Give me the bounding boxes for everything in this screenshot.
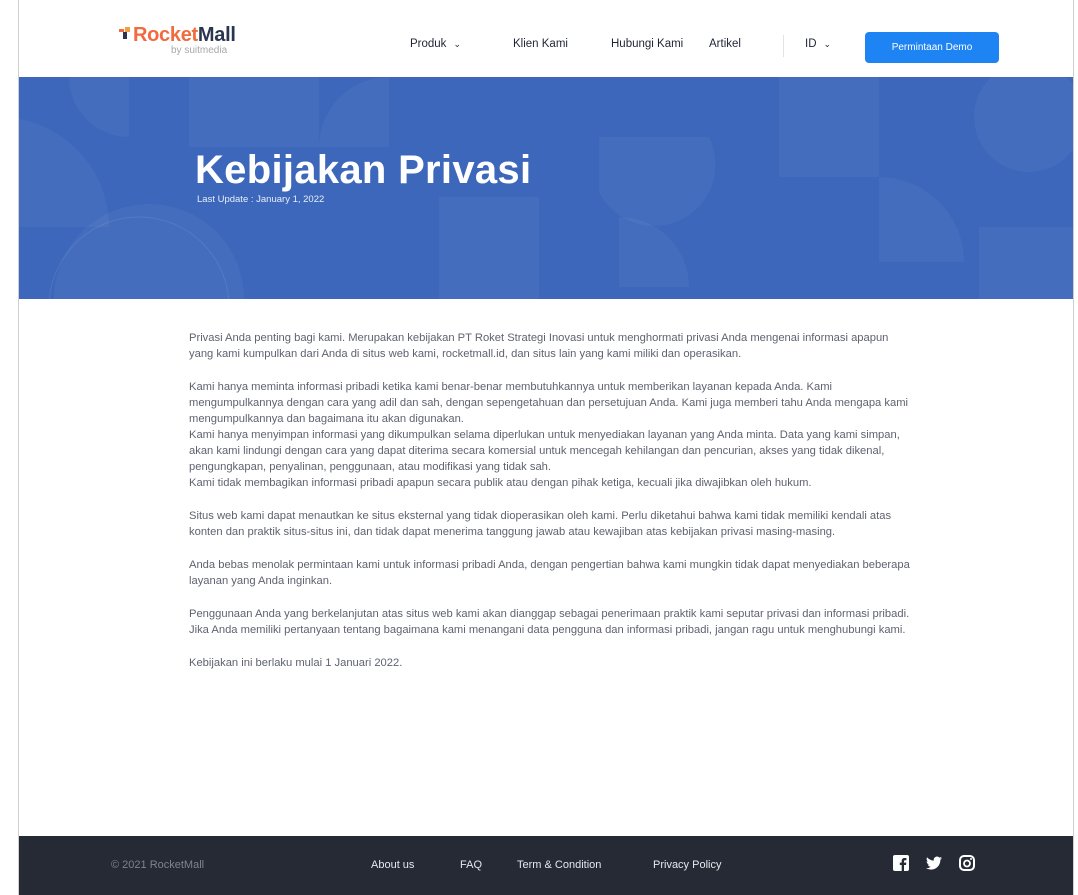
policy-text: Penggunaan Anda yang berkelanjutan atas … (189, 608, 910, 636)
language-label: ID (805, 38, 817, 50)
chevron-down-icon: ⌄ (453, 39, 461, 49)
nav-klien-kami[interactable]: Klien Kami (513, 38, 568, 50)
policy-paragraph: Situs web kami dapat menautkan ke situs … (189, 508, 914, 540)
twitter-icon[interactable] (926, 855, 942, 871)
nav-produk-dropdown[interactable]: Produk ⌄ (410, 38, 461, 50)
page-title: Kebijakan Privasi (195, 148, 532, 192)
request-demo-button[interactable]: Permintaan Demo (865, 32, 999, 63)
logo[interactable]: RocketMall by suitmedia (119, 24, 236, 56)
logo-text-rocket: Rocket (133, 24, 198, 46)
page-frame: RocketMall by suitmedia Produk ⌄ Klien Ka… (18, 0, 1074, 895)
hero-banner: Kebijakan Privasi Last Update : January … (19, 77, 1073, 299)
chevron-down-icon: ⌄ (823, 39, 832, 49)
facebook-icon[interactable] (893, 855, 909, 871)
policy-paragraph: Kebijakan ini berlaku mulai 1 Januari 20… (189, 655, 914, 671)
policy-text: Situs web kami dapat menautkan ke situs … (189, 510, 892, 538)
logo-wordmark: RocketMall (119, 24, 236, 46)
rocket-logo-icon (119, 27, 130, 39)
footer: © 2021 RocketMall About us FAQ Term & Co… (19, 836, 1073, 895)
top-navbar: RocketMall by suitmedia Produk ⌄ Klien Ka… (19, 0, 1073, 77)
privacy-policy-content: Privasi Anda penting bagi kami. Merupaka… (189, 330, 914, 688)
language-selector[interactable]: ID ⌄ (805, 38, 831, 50)
policy-paragraph: Kami hanya meminta informasi pribadi ket… (189, 379, 914, 491)
footer-link-terms[interactable]: Term & Condition (517, 859, 601, 871)
nav-artikel[interactable]: Artikel (709, 38, 741, 50)
policy-paragraph: Privasi Anda penting bagi kami. Merupaka… (189, 330, 914, 362)
policy-text: Kebijakan ini berlaku mulai 1 Januari 20… (189, 657, 403, 669)
policy-paragraph: Penggunaan Anda yang berkelanjutan atas … (189, 606, 914, 638)
footer-link-about-us[interactable]: About us (371, 859, 414, 871)
policy-text: Kami hanya menyimpan informasi yang diku… (189, 429, 900, 473)
policy-text: Kami tidak membagikan informasi pribadi … (189, 477, 812, 489)
nav-produk-label: Produk (410, 38, 447, 50)
footer-link-privacy-policy[interactable]: Privacy Policy (653, 859, 721, 871)
nav-divider (783, 35, 784, 57)
instagram-icon[interactable] (959, 855, 975, 871)
copyright-text: © 2021 RocketMall (111, 859, 205, 871)
logo-text-mall: Mall (197, 24, 236, 46)
last-update-text: Last Update : January 1, 2022 (197, 194, 325, 205)
policy-text: Privasi Anda penting bagi kami. Merupaka… (189, 332, 889, 360)
policy-text: Anda bebas menolak permintaan kami untuk… (189, 559, 910, 587)
policy-paragraph: Anda bebas menolak permintaan kami untuk… (189, 557, 914, 589)
hero-background-pattern (19, 77, 1073, 299)
nav-hubungi-kami[interactable]: Hubungi Kami (611, 38, 683, 50)
policy-text: Kami hanya meminta informasi pribadi ket… (189, 381, 908, 425)
footer-link-faq[interactable]: FAQ (460, 859, 482, 871)
logo-tagline: by suitmedia (171, 45, 228, 56)
